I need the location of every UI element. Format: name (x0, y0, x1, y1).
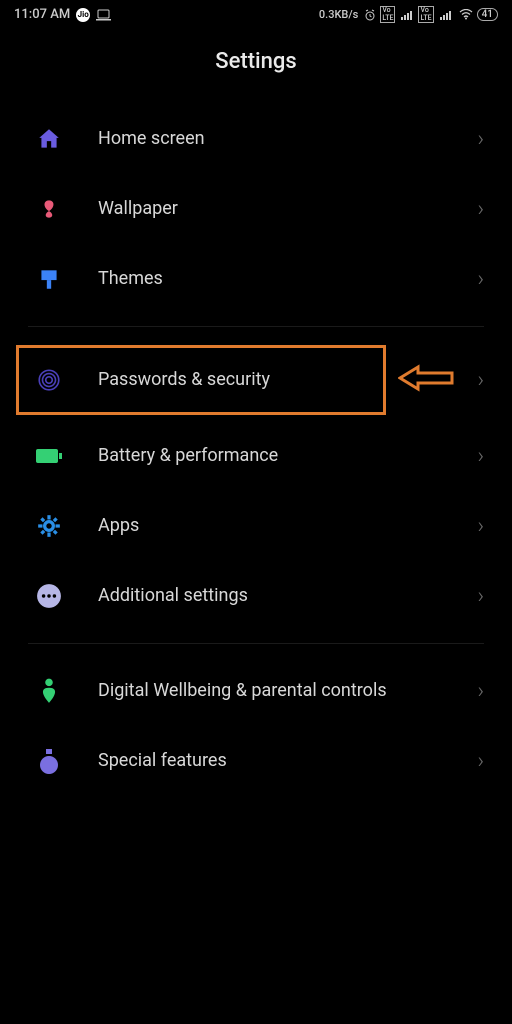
home-icon (34, 124, 64, 154)
chevron-right-icon: › (477, 679, 484, 704)
settings-item-special-features[interactable]: Special features › (0, 726, 512, 796)
chevron-right-icon: › (477, 127, 484, 152)
settings-item-additional-settings[interactable]: Additional settings › (0, 561, 512, 631)
alarm-icon (364, 9, 376, 21)
chevron-right-icon: › (477, 197, 484, 222)
settings-item-home-screen[interactable]: Home screen › (0, 104, 512, 174)
settings-item-label: Battery & performance (98, 445, 477, 468)
flower-icon (34, 194, 64, 224)
chevron-right-icon: › (477, 749, 484, 774)
settings-list: Home screen › Wallpaper › Themes › Passw… (0, 104, 512, 796)
status-right: 0.3KB/s VoLTE VoLTE 41 (319, 6, 498, 23)
flask-icon (34, 746, 64, 776)
settings-item-label: Digital Wellbeing & parental controls (98, 680, 477, 703)
settings-item-digital-wellbeing[interactable]: Digital Wellbeing & parental controls › (0, 656, 512, 726)
chevron-right-icon: › (477, 368, 484, 393)
volte-icon-1: VoLTE (380, 6, 395, 23)
settings-item-battery-performance[interactable]: Battery & performance › (0, 421, 512, 491)
wellbeing-icon (34, 676, 64, 706)
chevron-right-icon: › (477, 514, 484, 539)
settings-item-label: Special features (98, 750, 477, 773)
settings-item-label: Home screen (98, 128, 477, 151)
settings-item-label: Apps (98, 515, 477, 538)
data-rate: 0.3KB/s (319, 8, 358, 21)
divider (28, 326, 484, 327)
page-title: Settings (0, 27, 512, 104)
chevron-right-icon: › (477, 444, 484, 469)
settings-item-label: Themes (98, 268, 477, 291)
status-time: 11:07 AM (14, 7, 70, 22)
laptop-icon (96, 9, 111, 21)
brush-icon (34, 264, 64, 294)
status-left: 11:07 AM Jio (14, 7, 111, 22)
status-bar: 11:07 AM Jio 0.3KB/s VoLTE VoLTE 41 (0, 0, 512, 27)
signal-icon-2 (440, 10, 453, 20)
battery-icon (34, 441, 64, 471)
settings-item-label: Wallpaper (98, 198, 477, 221)
settings-item-label: Additional settings (98, 585, 477, 608)
chevron-right-icon: › (477, 267, 484, 292)
settings-item-apps[interactable]: Apps › (0, 491, 512, 561)
wifi-icon (459, 9, 473, 20)
chevron-right-icon: › (477, 584, 484, 609)
carrier-jio-icon: Jio (76, 8, 90, 22)
settings-item-themes[interactable]: Themes › (0, 244, 512, 314)
fingerprint-icon (34, 365, 64, 395)
volte-icon-2: VoLTE (418, 6, 433, 23)
arrow-left-annotation-icon (398, 364, 454, 396)
battery-indicator: 41 (477, 8, 498, 21)
settings-item-passwords-security[interactable]: Passwords & security › (0, 339, 512, 421)
gear-icon (34, 511, 64, 541)
settings-item-wallpaper[interactable]: Wallpaper › (0, 174, 512, 244)
signal-icon-1 (401, 10, 414, 20)
more-icon (34, 581, 64, 611)
divider (28, 643, 484, 644)
